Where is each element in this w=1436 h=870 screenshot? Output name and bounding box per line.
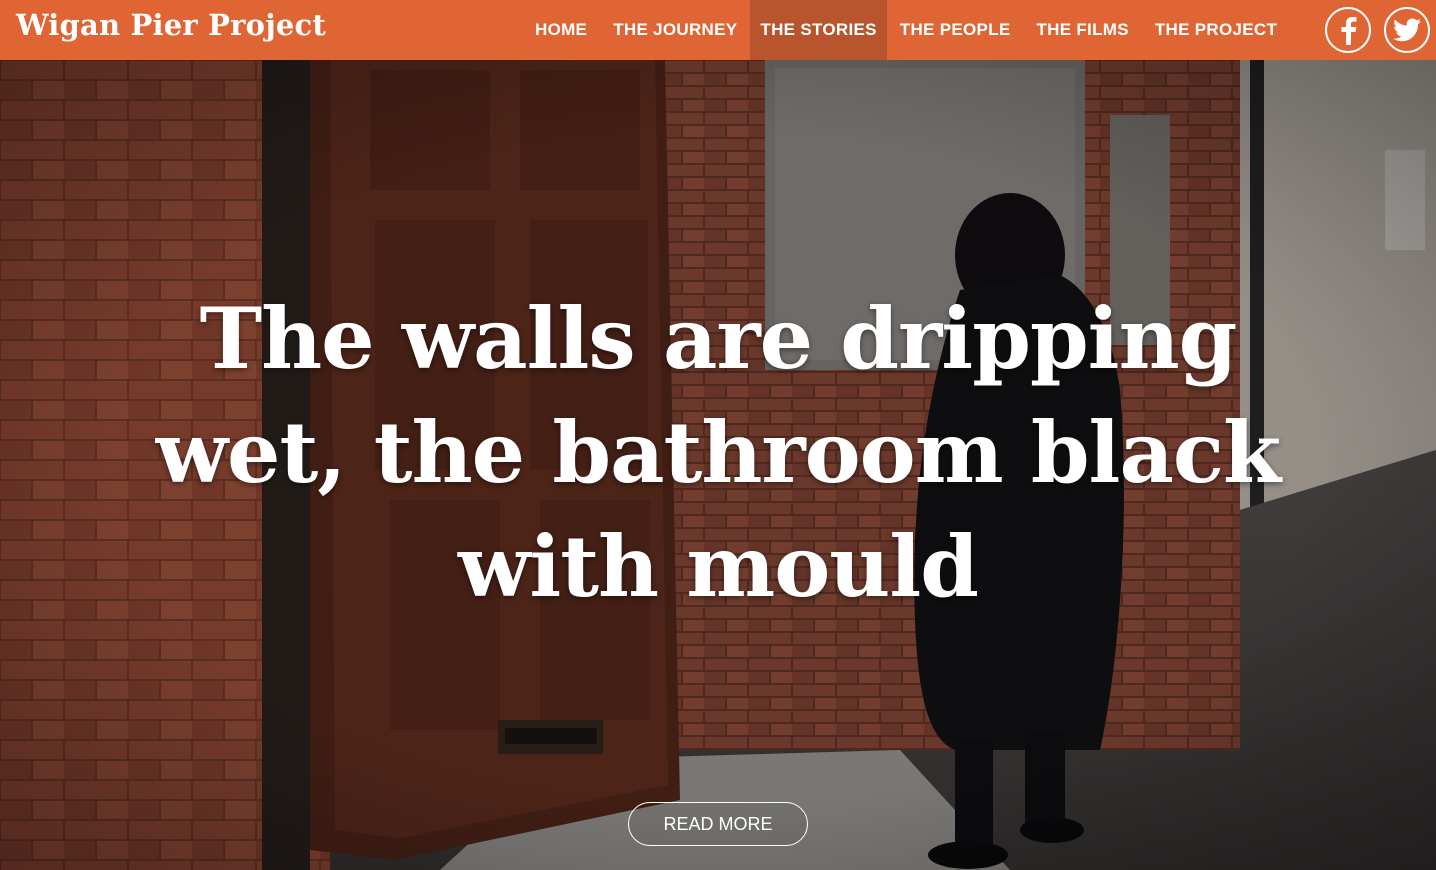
nav-the-journey[interactable]: THE JOURNEY [600,0,750,60]
hero-headline: The walls are dripping wet, the bathroom… [155,289,1282,616]
nav-home[interactable]: HOME [522,0,600,60]
facebook-icon[interactable] [1325,7,1371,53]
top-navigation-bar: Wigan Pier Project HOME THE JOURNEY THE … [0,0,1436,60]
nav-the-stories[interactable]: THE STORIES [750,0,887,60]
read-more-button[interactable]: READ MORE [628,802,808,846]
hero-section: The walls are dripping wet, the bathroom… [0,60,1436,870]
main-nav: HOME THE JOURNEY THE STORIES THE PEOPLE … [522,0,1290,60]
nav-the-people[interactable]: THE PEOPLE [887,0,1024,60]
site-logo[interactable]: Wigan Pier Project [16,8,326,42]
twitter-icon[interactable] [1384,7,1430,53]
nav-the-project[interactable]: THE PROJECT [1142,0,1290,60]
nav-the-films[interactable]: THE FILMS [1023,0,1141,60]
